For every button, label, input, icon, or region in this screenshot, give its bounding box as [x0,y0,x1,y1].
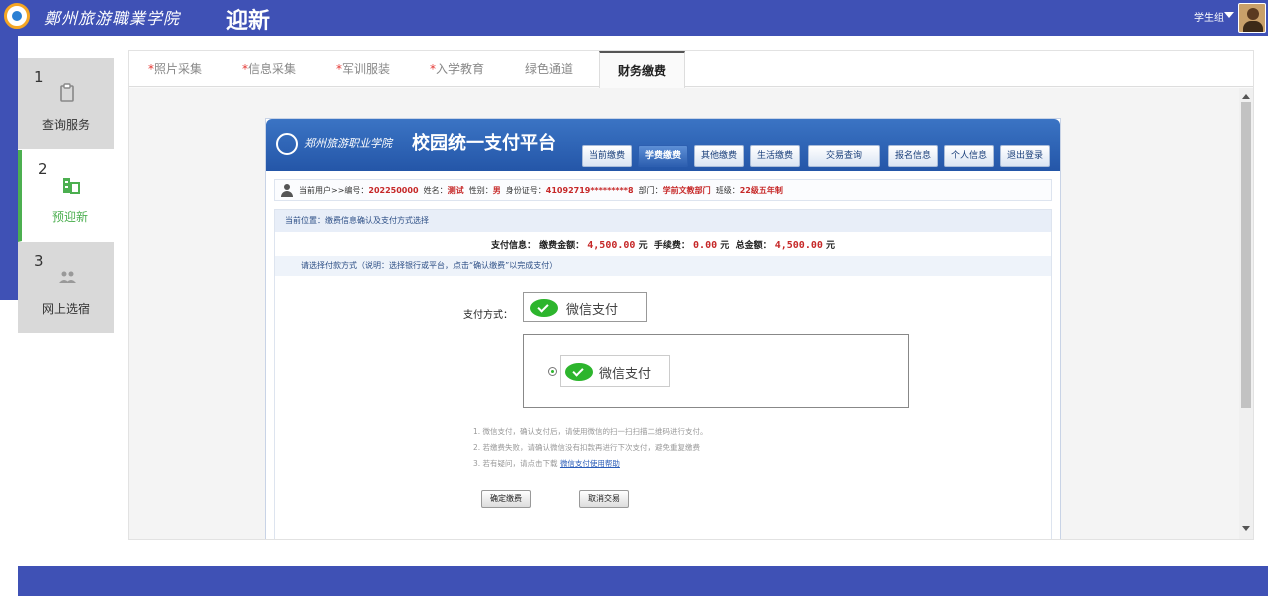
sidebar-step-pre-welcome[interactable]: 2 预迎新 [18,150,114,242]
school-logo-icon [276,133,298,155]
tab-label: 绿色通道 [524,62,573,76]
scroll-thumb[interactable] [1241,102,1251,408]
tab-label: 照片采集 [153,62,202,76]
avatar[interactable] [1238,3,1266,33]
cancel-transaction-button[interactable]: 取消交易 [579,490,629,508]
step-number: 1 [34,68,44,86]
user-id: 202250000 [368,186,419,195]
nav-current-payment[interactable]: 当前缴费 [582,145,632,167]
step-number: 3 [34,252,44,270]
nav-registration-info[interactable]: 报名信息 [888,145,938,167]
payment-method-label: 支付方式： [463,310,513,321]
scroll-up-icon[interactable] [1242,94,1250,99]
nav-other-payment[interactable]: 其他缴费 [694,145,744,167]
note-line: 1. 微信支付，确认支付后，请使用微信的扫一扫扫描二维码进行支付。 [473,427,708,436]
step-label: 网上选宿 [41,302,90,316]
step-label: 查询服务 [41,118,90,132]
footer-bar [18,566,1268,596]
payment-notes: 1. 微信支付，确认支付后，请使用微信的扫一扫扫描二维码进行支付。 2. 若缴费… [473,424,708,472]
user-gender: 男 [492,186,501,195]
tab-info[interactable]: *信息采集 [233,51,305,87]
sidebar-step-dorm-select[interactable]: 3 网上选宿 [18,242,114,334]
user-idcard: 41092719*********8 [545,186,634,195]
payment-confirm-panel: 当前位置：缴费信息确认及支付方式选择 支付信息： 缴费金额： 4,500.00 … [274,209,1052,539]
tab-label: 军训服装 [341,62,390,76]
wechat-pay-label: 微信支付 [566,303,619,318]
choose-method-hint: 请选择付款方式（说明：选择银行或平台，点击“确认缴费”以完成支付） [275,256,1051,276]
user-dept: 学前文教部门 [662,186,711,195]
school-name: 鄭州旅游職業学院 [44,9,181,28]
tab-label: 信息采集 [247,62,296,76]
step-sidebar: 1 查询服务 2 预迎新 3 网上选宿 [18,58,114,334]
sidebar-step-query-service[interactable]: 1 查询服务 [18,58,114,150]
tab-green-channel[interactable]: 绿色通道 [513,51,585,87]
note-line: 3. 若有疑问，请点击下载 微信支付使用帮助 [473,459,620,468]
left-accent-bar [0,36,18,300]
total-amount: 4,500.00 [774,240,823,251]
nav-transaction-query[interactable]: 交易查询 [808,145,880,167]
tab-photo[interactable]: *照片采集 [139,51,211,87]
app-title: 迎新 [226,9,271,34]
user-menu-label[interactable]: 学生组 [1194,9,1224,24]
payment-frame: 郑州旅游职业学院 校园统一支付平台 当前缴费 学费缴费 其他缴费 生活缴费 交易… [129,88,1253,539]
tab-bar: *照片采集 *信息采集 *军训服装 *入学教育 绿色通道 财务缴费 [129,51,1253,88]
due-amount: 4,500.00 [587,240,636,251]
school-logo-icon [4,3,30,29]
wechat-help-link[interactable]: 微信支付使用帮助 [560,459,620,468]
user-class: 22级五年制 [739,186,783,195]
wechat-pay-label: 微信支付 [599,367,652,382]
payment-option-box: 微信支付 [523,334,909,408]
tab-uniform[interactable]: *军训服装 [327,51,399,87]
nav-personal-info[interactable]: 个人信息 [944,145,994,167]
building-icon [60,174,82,196]
nav-tuition-payment[interactable]: 学费缴费 [638,145,688,167]
fee-amount: 0.00 [693,240,718,251]
tab-finance[interactable]: 财务缴费 [599,51,685,88]
payment-info-line: 支付信息： 缴费金额： 4,500.00 元 手续费： 0.00 元 总金额： … [490,240,836,251]
payment-header: 郑州旅游职业学院 校园统一支付平台 当前缴费 学费缴费 其他缴费 生活缴费 交易… [266,119,1060,171]
platform-title: 校园统一支付平台 [412,133,556,154]
scroll-down-icon[interactable] [1242,526,1250,531]
wechat-pay-method-button[interactable]: 微信支付 [523,292,647,322]
current-user-line: 当前用户>>编号：202250000 姓名：测试 性别：男 身份证号：41092… [274,179,1052,201]
nav-living-payment[interactable]: 生活缴费 [750,145,800,167]
note-line: 2. 若缴费失败，请确认微信没有扣款再进行下次支付，避免重复缴费 [473,443,701,452]
caret-down-icon[interactable] [1224,12,1234,18]
nav-logout[interactable]: 退出登录 [1000,145,1050,167]
tab-education[interactable]: *入学教育 [421,51,493,87]
people-icon [56,266,78,288]
top-bar: 鄭州旅游職業学院 迎新 学生组 [0,0,1268,36]
wechat-icon [565,363,593,381]
confirm-payment-button[interactable]: 确定缴费 [481,490,531,508]
payment-platform: 郑州旅游职业学院 校园统一支付平台 当前缴费 学费缴费 其他缴费 生活缴费 交易… [265,118,1061,539]
user-icon [281,184,293,197]
location-bar: 当前位置：缴费信息确认及支付方式选择 [275,210,1051,232]
user-name: 测试 [447,186,464,195]
tab-label: 财务缴费 [617,64,666,78]
step-number: 2 [38,160,48,178]
vertical-scrollbar[interactable] [1239,88,1253,539]
step-label: 预迎新 [51,210,88,224]
payment-school-name: 郑州旅游职业学院 [304,137,392,150]
wechat-icon [530,299,558,317]
wechat-pay-radio[interactable] [548,367,557,376]
clipboard-icon [56,82,78,104]
main-content: *照片采集 *信息采集 *军训服装 *入学教育 绿色通道 财务缴费 郑州旅游职业… [128,50,1254,540]
tab-label: 入学教育 [435,62,484,76]
wechat-pay-option[interactable]: 微信支付 [560,355,670,387]
